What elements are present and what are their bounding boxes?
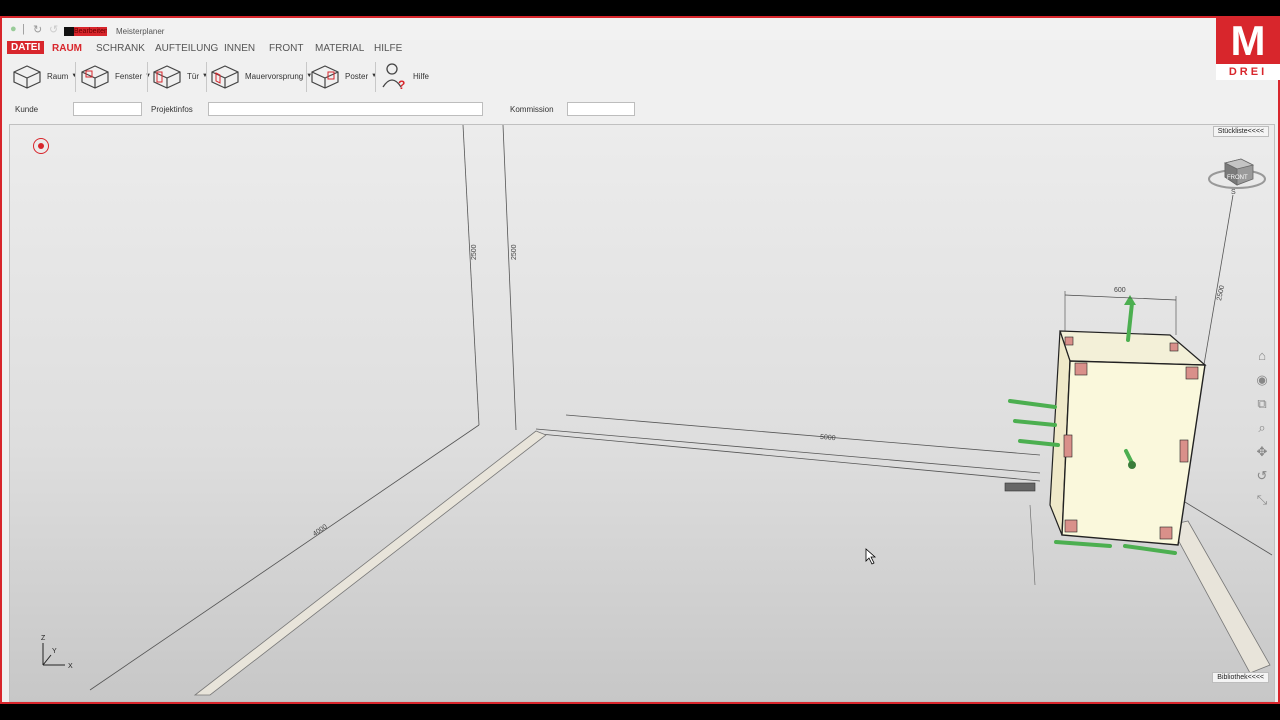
axis-gizmo: Z Y X: [41, 635, 73, 670]
help-label: Hilfe: [413, 71, 430, 81]
menu-bar: DATEI RAUM SCHRANK AUFTEILUNG INNEN FRON…: [2, 40, 1212, 56]
orbit-icon[interactable]: ◉: [1252, 370, 1272, 390]
ribbon-separator: [75, 62, 76, 92]
window-icon: [81, 65, 109, 89]
3d-viewport[interactable]: 2500 2500 600 2500 5000 4000 Z Y X FRONT…: [9, 124, 1275, 702]
dim-wall-height-2: 2500: [511, 244, 518, 260]
brand-logo: M DREI: [1216, 18, 1280, 80]
title-bar: ● | ↻ ↺ Bearbeiten Meisterplaner: [2, 18, 1278, 40]
floor-strip-left: [193, 430, 547, 696]
dim-wall-height-1: 2500: [471, 244, 478, 260]
room-icon: [13, 65, 41, 89]
poster-label: Poster: [345, 71, 369, 81]
pan-icon[interactable]: ✥: [1252, 442, 1272, 462]
menu-raum[interactable]: RAUM: [52, 43, 82, 54]
ribbon-separator: [306, 62, 307, 92]
zoom-extents-icon[interactable]: ⧉: [1252, 394, 1272, 414]
door-label: Tür: [187, 71, 199, 81]
fullscreen-icon[interactable]: ⤡: [1252, 490, 1272, 510]
menu-hilfe[interactable]: HILFE: [374, 43, 402, 54]
menu-front[interactable]: FRONT: [269, 43, 303, 54]
dim-wall-length: 5000: [820, 434, 836, 442]
ribbon-separator: [147, 62, 148, 92]
dim-floor-length: 4000: [312, 523, 329, 538]
menu-datei[interactable]: DATEI: [7, 41, 45, 54]
menu-aufteilung[interactable]: AUFTEILUNG: [155, 43, 218, 54]
wall-projection-label: Mauervorsprung: [245, 71, 304, 81]
help-button[interactable]: ? Hilfe: [380, 60, 429, 92]
dim-cabinet-width: 600: [1114, 287, 1126, 294]
axis-y-label: Y: [52, 648, 57, 655]
customer-label: Kunde: [15, 105, 39, 114]
commission-input[interactable]: [567, 102, 635, 116]
room-label: Raum: [47, 71, 69, 81]
cabinet-top: [1059, 330, 1207, 366]
menu-innen[interactable]: INNEN: [224, 43, 255, 54]
door-icon: [153, 65, 181, 89]
commission-label: Kommission: [510, 105, 554, 114]
wall-projection-icon: [211, 65, 239, 89]
undo-icon[interactable]: ↻: [33, 23, 42, 36]
help-person-icon: ?: [382, 63, 405, 91]
wall-projection-button[interactable]: Mauervorsprung ▼: [210, 60, 312, 92]
compass-label: S: [1231, 189, 1236, 195]
cabinet: [1004, 291, 1207, 586]
project-fields: Kunde Projektinfos Kommission: [2, 98, 1212, 120]
door-button[interactable]: Tür ▼: [152, 60, 208, 92]
library-tab[interactable]: Bibliothek<<<<: [1212, 672, 1269, 683]
axis-x-label: X: [68, 663, 73, 670]
logo-word: DREI: [1216, 64, 1280, 80]
view-cube[interactable]: FRONT S: [1207, 147, 1267, 196]
zoom-icon[interactable]: ⌕: [1252, 418, 1272, 438]
window-label: Fenster: [115, 71, 143, 81]
project-label: Projektinfos: [151, 105, 193, 114]
ribbon: Raum▼ Fenster▼ Tür▼ Mauervorsprung▼ Post…: [2, 56, 1212, 96]
logo-letter: M: [1230, 17, 1266, 64]
poster-button[interactable]: Poster▼: [310, 60, 377, 92]
rotate-icon[interactable]: ↺: [1252, 466, 1272, 486]
menu-material[interactable]: MATERIAL: [315, 43, 364, 54]
parts-list-tab[interactable]: Stückliste<<<<: [1212, 126, 1269, 137]
menu-schrank[interactable]: SCHRANK: [96, 43, 145, 54]
room-button[interactable]: Raum▼: [12, 60, 77, 92]
project-input[interactable]: [208, 102, 483, 116]
svg-text:?: ?: [398, 78, 405, 91]
mouse-cursor: [865, 548, 877, 565]
app-title: Meisterplaner: [116, 27, 165, 36]
customer-input[interactable]: [73, 102, 142, 116]
axis-z-label: Z: [41, 635, 46, 642]
floor-strip-right: [1169, 520, 1271, 674]
doc-icon: [64, 27, 74, 36]
view-cube-face: FRONT: [1227, 175, 1248, 181]
window-button[interactable]: Fenster ▼: [80, 60, 151, 92]
app-icon: ●: [10, 23, 17, 35]
scene: 2500 2500 600 2500 5000 4000 Z Y X: [41, 125, 1273, 696]
doc-label: Bearbeiten: [74, 27, 107, 36]
app-window: ● | ↻ ↺ Bearbeiten Meisterplaner DATEI R…: [0, 16, 1280, 704]
home-icon[interactable]: ⌂: [1252, 346, 1272, 366]
ribbon-separator: [375, 62, 376, 92]
separator-icon: |: [22, 23, 25, 35]
chevron-down-icon[interactable]: ▼: [202, 73, 208, 79]
redo-icon[interactable]: ↺: [49, 23, 58, 36]
ribbon-separator: [206, 62, 207, 92]
poster-icon: [311, 65, 339, 89]
